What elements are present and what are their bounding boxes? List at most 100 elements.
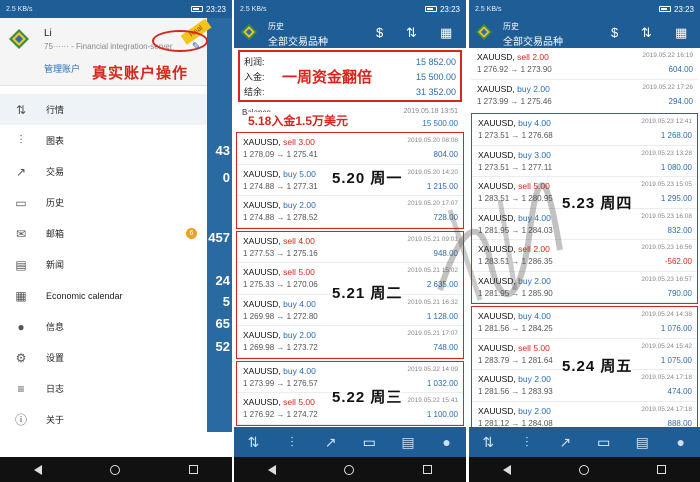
trade-date: 2019.05.23 16:08 [641, 212, 692, 220]
tab-trade-icon[interactable]: ↗ [320, 431, 342, 453]
trade-row[interactable]: XAUUSD, buy 2.00 1 273.99 → 1 275.46 2019.… [471, 80, 698, 112]
drawer-item[interactable]: ⚙ 设置 [0, 342, 207, 373]
manage-accounts-link[interactable]: 管理账户 [44, 62, 80, 75]
trade-symbol: XAUUSD, buy 4.00 [243, 299, 316, 309]
trade-row[interactable]: XAUUSD, buy 2.00 1 269.98 → 1 273.72 2019.… [237, 326, 463, 358]
trade-profit: 1 295.00 [660, 194, 692, 203]
balance-row-amount: 15 500.00 [422, 119, 458, 128]
trade-side: sell [517, 52, 530, 62]
trade-side: buy [518, 405, 532, 416]
drawer-item[interactable]: ✉ 邮箱 6 [0, 218, 207, 249]
trade-lot: 2.00 [533, 83, 550, 94]
back-icon[interactable] [503, 464, 511, 475]
trade-lot: 3.00 [534, 149, 551, 160]
balance-row[interactable]: Balance 2019.05.18 13:51 15 500.00 5.18入… [238, 108, 462, 130]
trade-side: sell [283, 267, 296, 277]
drawer-item[interactable]: ▤ 新闻 [0, 249, 207, 280]
trade-prices: 1 276.92 → 1 273.90 [477, 65, 552, 74]
bg-number: 24 [215, 273, 230, 288]
trade-date: 2019.05.22 15:41 [407, 397, 458, 404]
recents-icon[interactable] [657, 465, 666, 474]
drawer-item[interactable]: ⇅ 行情 [0, 94, 207, 125]
tab-news-icon[interactable]: ▤ [631, 431, 653, 453]
trade-symbol: XAUUSD, sell 5.00 [243, 267, 315, 277]
tab-quotes-icon[interactable]: ⇅ [242, 431, 264, 453]
trade-profit: 832.00 [667, 225, 692, 235]
trade-side: buy [517, 83, 531, 94]
trade-lot: 5.00 [298, 267, 315, 277]
tab-chart-icon[interactable]: ⫶ [516, 431, 538, 453]
symbol-name: XAUUSD, [478, 118, 516, 128]
tab-news-icon[interactable]: ▤ [397, 431, 419, 453]
home-icon[interactable] [110, 464, 121, 475]
calendar-icon[interactable]: ▦ [440, 25, 452, 41]
sort-icon[interactable]: ⇅ [641, 25, 652, 41]
home-icon[interactable] [579, 464, 589, 475]
trade-symbol: XAUUSD, buy 5.00 [243, 169, 316, 179]
symbol-name: XAUUSD, [243, 235, 281, 246]
tab-chat-icon[interactable]: ● [436, 431, 458, 453]
trade-date: 2019.05.24 15:42 [641, 342, 692, 350]
tab-chat-icon[interactable]: ● [670, 431, 692, 453]
bottom-tabs: ⇅ ⫶ ↗ ▭ ▤ ● [469, 427, 700, 457]
drawer-item[interactable]: ● 信息 [0, 311, 207, 342]
currency-icon[interactable]: $ [376, 25, 383, 40]
day-label: 5.21 周二 [332, 281, 403, 303]
tab-history-icon[interactable]: ▭ [593, 431, 615, 453]
tab-history-icon[interactable]: ▭ [358, 431, 380, 453]
battery-icon [658, 6, 671, 12]
recents-icon[interactable] [422, 465, 432, 474]
drawer-item[interactable]: ⫶ 图表 [0, 125, 207, 156]
trade-symbol: XAUUSD, buy 4.00 [243, 366, 316, 376]
trend-icon: ↗ [15, 164, 27, 179]
app-bar: 历史 全部交易品种 $ ⇅ ▦ [234, 18, 466, 48]
candles-icon: ⫶ [19, 133, 23, 147]
trade-row[interactable]: XAUUSD, sell 2.00 1 276.92 → 1 273.90 2019… [471, 48, 698, 80]
tab-chart-icon[interactable]: ⫶ [281, 431, 303, 453]
trade-lot: 3.00 [298, 137, 315, 147]
trade-row[interactable]: XAUUSD, sell 3.00 1 278.09 → 1 275.41 2019… [237, 133, 463, 165]
android-navbar [469, 457, 700, 482]
drawer-item[interactable]: ↗ 交易 [0, 156, 207, 187]
recents-icon[interactable] [188, 465, 198, 474]
back-icon[interactable] [268, 464, 277, 475]
calendar-icon[interactable]: ▦ [675, 25, 687, 41]
symbol-name: XAUUSD, [243, 365, 281, 376]
trade-row[interactable]: XAUUSD, buy 4.00 1 273.51 → 1 276.68 2019.… [472, 114, 697, 146]
drawer-item[interactable]: ≡ 日志 [0, 373, 207, 404]
currency-icon[interactable]: $ [611, 25, 618, 40]
log-icon: ≡ [17, 381, 25, 396]
edit-icon[interactable]: ✎ [192, 40, 201, 53]
sort-icon[interactable]: ⇅ [406, 25, 417, 41]
trade-profit: 790.00 [667, 288, 692, 298]
symbol-filter[interactable]: 全部交易品种 [268, 33, 328, 48]
menu-logo-icon[interactable] [475, 23, 493, 41]
drawer-item-label: 设置 [46, 353, 65, 363]
tab-trade-icon[interactable]: ↗ [554, 431, 576, 453]
drawer-item-label: Economic calendar [46, 290, 123, 301]
drawer-item-label: 新闻 [46, 260, 65, 270]
deposit-label: 入金: [244, 72, 265, 82]
symbol-name: XAUUSD, [477, 83, 515, 94]
trade-prices: 1 281.56 → 1 284.25 [478, 324, 553, 333]
drawer-item[interactable]: ▭ 历史 [0, 187, 207, 218]
trade-side: sell [518, 342, 531, 353]
symbol-name: XAUUSD, [243, 397, 281, 407]
back-icon[interactable] [34, 464, 43, 475]
trade-symbol: XAUUSD, sell 2.00 [477, 52, 549, 62]
menu-logo-icon[interactable] [240, 23, 258, 41]
trade-side: buy [518, 118, 532, 128]
drawer-item-label: 信息 [46, 322, 65, 332]
drawer-item[interactable]: ⓘ 关于 [0, 404, 207, 435]
trade-profit: 748.00 [433, 343, 458, 352]
trade-prices: 1 269.98 → 1 272.80 [243, 311, 318, 321]
symbol-filter[interactable]: 全部交易品种 [503, 33, 563, 48]
trade-prices: 1 278.09 → 1 275.41 [243, 150, 318, 159]
unread-badge: 6 [186, 228, 197, 239]
trade-prices: 1 274.88 → 1 278.52 [243, 213, 318, 222]
bg-number: 65 [215, 316, 230, 331]
drawer-item[interactable]: ▦ Economic calendar [0, 280, 207, 311]
home-icon[interactable] [344, 464, 355, 475]
day-label: 5.22 周三 [332, 385, 403, 407]
tab-quotes-icon[interactable]: ⇅ [477, 431, 499, 453]
